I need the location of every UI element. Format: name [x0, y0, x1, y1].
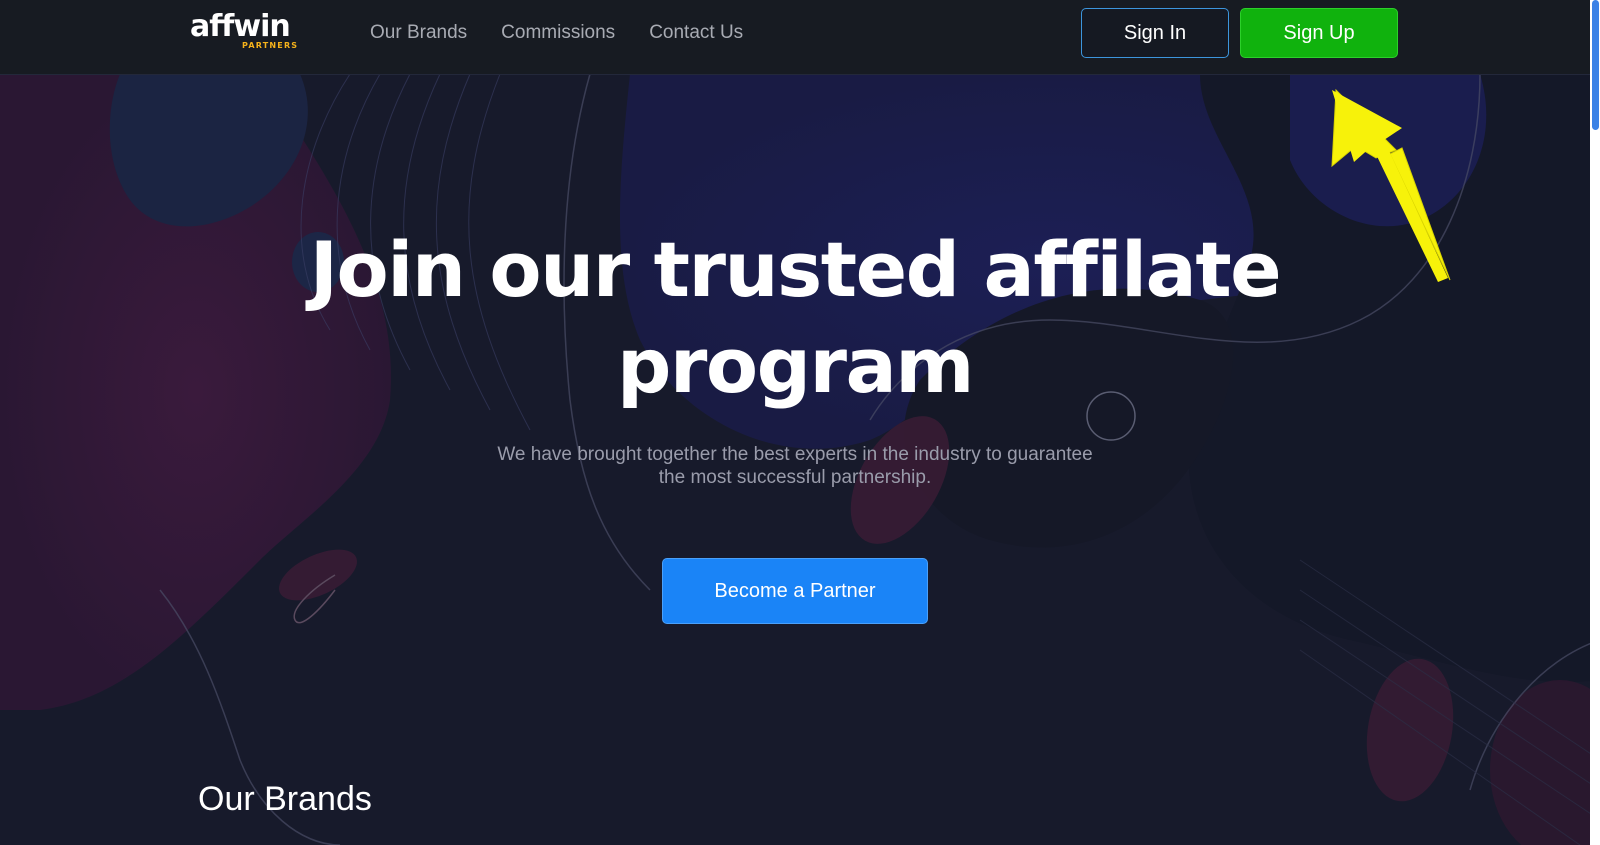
nav-contact-us[interactable]: Contact Us: [649, 22, 743, 44]
yellow-arrow-icon: [1331, 88, 1451, 282]
top-navigation-bar: affwin PARTNERS Our Brands Commissions C…: [0, 0, 1590, 75]
main-nav: Our Brands Commissions Contact Us: [370, 0, 777, 66]
nav-commissions[interactable]: Commissions: [501, 22, 615, 44]
sign-in-button[interactable]: Sign In: [1081, 8, 1229, 58]
hero-title: Join our trusted affilate program: [200, 222, 1390, 414]
logo-subtitle: PARTNERS: [242, 41, 299, 50]
page: affwin PARTNERS Our Brands Commissions C…: [0, 0, 1600, 845]
hero-subtitle-line-1: We have brought together the best expert…: [497, 444, 1093, 465]
hero-subtitle: We have brought together the best expert…: [420, 443, 1170, 489]
nav-our-brands[interactable]: Our Brands: [370, 22, 467, 44]
scrollbar-thumb[interactable]: [1592, 0, 1599, 130]
hero-subtitle-line-2: the most successful partnership.: [658, 467, 932, 488]
hero-title-line-2: program: [617, 321, 974, 410]
our-brands-section-title: Our Brands: [198, 780, 372, 818]
page-scrollbar[interactable]: [1590, 0, 1600, 845]
become-partner-button[interactable]: Become a Partner: [662, 558, 928, 624]
sign-up-button[interactable]: Sign Up: [1240, 8, 1398, 58]
affwin-logo[interactable]: affwin PARTNERS: [190, 10, 310, 52]
hero-title-line-1: Join our trusted affilate: [309, 225, 1282, 314]
logo-wordmark: affwin: [190, 9, 291, 44]
